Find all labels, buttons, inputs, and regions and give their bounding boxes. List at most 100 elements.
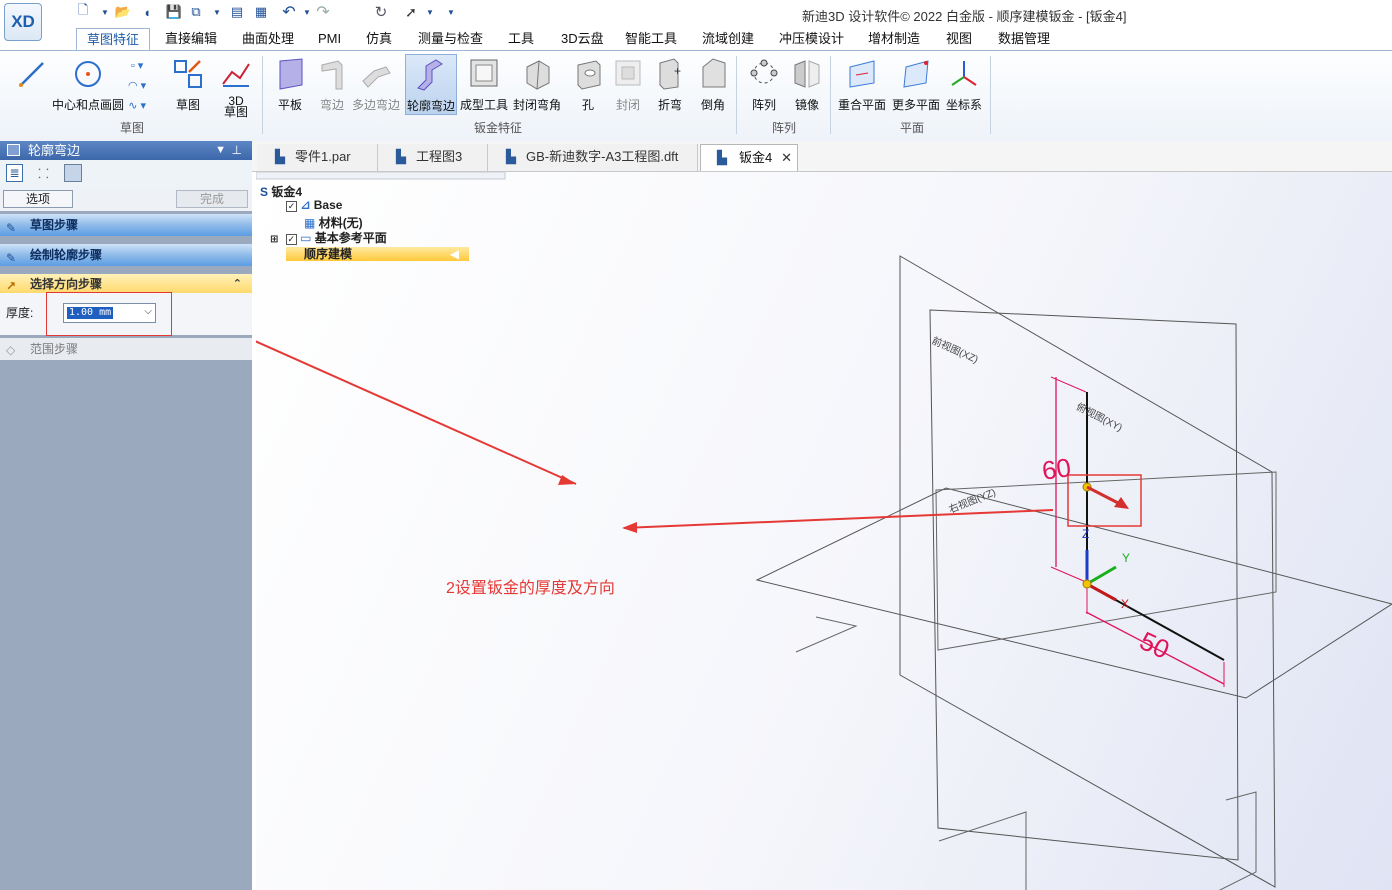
panel-icon	[7, 144, 20, 156]
drawing-file-icon: ▙	[396, 149, 406, 164]
checkbox-icon[interactable]: ✓	[285, 234, 297, 245]
select-dropdown-icon[interactable]: ▼	[421, 3, 439, 21]
coincident-plane-button[interactable]: 重合平面	[838, 54, 886, 113]
save-icon[interactable]: 💾	[165, 3, 183, 21]
expand-icon[interactable]: ⊞	[270, 234, 278, 245]
curve-icon[interactable]: ∿ ▾	[128, 96, 146, 116]
doc-tab-part1[interactable]: ▙ 零件1.par	[257, 144, 378, 171]
select-icon[interactable]: ➚	[402, 3, 420, 21]
rollback-arrow-icon[interactable]: ◀	[450, 247, 459, 261]
annotation-arrowhead	[622, 522, 637, 533]
redo-icon[interactable]: ↷	[314, 3, 332, 21]
tab-measure[interactable]: 测量与检查	[408, 28, 493, 50]
coincident-plane-label: 重合平面	[838, 98, 887, 112]
sheetmetal-root-icon: S	[260, 185, 269, 199]
panel-toolbar: ≣ ⸬	[0, 160, 252, 187]
hole-button[interactable]: 孔	[570, 54, 606, 113]
tab-smart-tools[interactable]: 智能工具	[615, 28, 687, 50]
feature-list-icon[interactable]: ≣	[6, 164, 23, 182]
new-dropdown-icon[interactable]: ▼	[96, 3, 114, 21]
pattern-button[interactable]: 阵列	[746, 54, 782, 113]
highlight-box	[46, 292, 172, 336]
tab-view[interactable]: 视图	[936, 28, 982, 50]
options-button[interactable]: 选项	[3, 190, 73, 208]
sketch-button[interactable]: 草图	[170, 54, 206, 113]
tab-tools[interactable]: 工具	[498, 28, 544, 50]
tree-icon[interactable]: ⸬	[35, 164, 52, 182]
save-dropdown-icon[interactable]: ▼	[208, 3, 226, 21]
thickness-direction-arrow[interactable]	[1086, 485, 1123, 507]
tab-direct-edit[interactable]: 直接编辑	[155, 28, 227, 50]
close-icon[interactable]: ✕	[781, 145, 792, 171]
coordinate-system-button[interactable]: 坐标系	[946, 54, 982, 113]
tab-3d-cloud[interactable]: 3D云盘	[551, 28, 614, 50]
arc-icon[interactable]: ◠ ▾	[128, 76, 146, 96]
finish-button[interactable]: 完成	[176, 190, 248, 208]
flange-button[interactable]: 弯边	[314, 54, 350, 113]
center-circle-button[interactable]: 中心和点画圆	[52, 54, 124, 113]
new-icon[interactable]: 🗋	[74, 2, 92, 21]
seal-button[interactable]: 封闭	[610, 54, 646, 113]
sketch-small-tools[interactable]: ▫ ▾ ◠ ▾ ∿ ▾	[128, 56, 146, 116]
step-sketch[interactable]: ✎ 草图步骤	[0, 214, 252, 236]
panel-menu-icon[interactable]: ▼	[215, 141, 226, 160]
contour-multi-button[interactable]: 多边弯边	[352, 54, 400, 113]
tab-fluid-domain[interactable]: 流域创建	[692, 28, 764, 50]
tab-plate-button[interactable]: 平板	[272, 54, 308, 113]
more-planes-icon	[898, 54, 934, 94]
tree-splitter[interactable]	[256, 172, 506, 180]
chamfer-button[interactable]: 倒角	[695, 54, 731, 113]
tab-additive[interactable]: 增材制造	[858, 28, 930, 50]
checkbox-icon[interactable]: ✓	[286, 201, 297, 212]
doc-tab-drawing3[interactable]: ▙ 工程图3	[378, 144, 488, 171]
doc-tab-dft[interactable]: ▙ GB-新迪数字-A3工程图.dft	[488, 144, 698, 171]
contour-flange-button[interactable]: 轮廓弯边	[405, 54, 458, 115]
dimension-60[interactable]: 60	[1040, 452, 1073, 487]
tab-data-management[interactable]: 数据管理	[988, 28, 1060, 50]
chamfer-icon	[695, 54, 731, 94]
undo-icon[interactable]: ↶	[280, 3, 298, 21]
forming-tool-button[interactable]: 成型工具	[460, 54, 508, 113]
close-corner-button[interactable]: 封闭弯角	[513, 54, 561, 113]
fold-label: 折弯	[657, 98, 682, 112]
mirror-button[interactable]: 镜像	[789, 54, 825, 113]
tree-ordered-bar[interactable]: 顺序建模 ◀	[286, 247, 469, 261]
close-corner-label: 封闭弯角	[513, 98, 562, 112]
coordinate-system-label: 坐标系	[946, 98, 983, 112]
fold-icon: +	[652, 54, 688, 94]
layers-icon[interactable]	[64, 164, 82, 182]
title-bar: XD 🗋 ▼ 📂 ◖ 💾 ⧉ ▼ ▤ ▦ ↶ ▼ ↷ ↻ ➚ ▼ ▼ 新迪3D …	[0, 0, 1392, 41]
sketch3d-button[interactable]: 3D 草图	[218, 54, 254, 118]
collapse-icon[interactable]: ⌃	[233, 274, 242, 295]
tab-pmi[interactable]: PMI	[308, 28, 351, 50]
doc-tab-sheetmetal4[interactable]: ▙ 钣金4 ✕	[700, 144, 798, 171]
3d-viewport[interactable]: S 钣金4 ✓ ⊿ Base ▦ 材料(无) ⊞ ✓ ▭ 基本参考平面 顺序建模…	[256, 172, 1392, 890]
customize-qa-icon[interactable]: ▼	[442, 3, 460, 21]
line-button[interactable]	[14, 54, 50, 94]
tree-item-ref-planes[interactable]: ⊞ ✓ ▭ 基本参考平面	[270, 229, 387, 246]
extent-step-icon: ◇	[6, 343, 16, 357]
fold-button[interactable]: + 折弯	[652, 54, 688, 113]
tab-surface[interactable]: 曲面处理	[232, 28, 304, 50]
repeat-icon[interactable]: ↻	[372, 3, 390, 21]
variables-icon[interactable]: ▦	[252, 3, 270, 21]
step-extent[interactable]: ◇ 范围步骤	[0, 338, 252, 360]
pattern-label: 阵列	[751, 98, 776, 112]
contour-flange-label: 轮廓弯边	[407, 99, 456, 113]
pin-icon[interactable]: ⊥	[232, 141, 242, 160]
tab-stamping-die[interactable]: 冲压模设计	[769, 28, 854, 50]
step-draw-profile[interactable]: ✎ 绘制轮廓步骤	[0, 244, 252, 266]
save-all-icon[interactable]: ⧉	[187, 3, 205, 21]
tab-simulation[interactable]: 仿真	[356, 28, 402, 50]
doc-tab-label: 钣金4	[739, 150, 773, 165]
more-planes-button[interactable]: 更多平面	[892, 54, 940, 113]
open-icon[interactable]: 📂	[114, 3, 132, 21]
top-plane[interactable]	[755, 487, 1392, 699]
rectangle-icon[interactable]: ▫ ▾	[131, 56, 143, 76]
properties-icon[interactable]: ▤	[228, 3, 246, 21]
tree-item-base[interactable]: ✓ ⊿ Base	[286, 198, 342, 212]
share-icon[interactable]: ◖	[138, 3, 156, 21]
tab-sketch-features[interactable]: 草图特征	[76, 28, 151, 50]
ribbon-separator	[736, 56, 737, 134]
origin-point[interactable]	[1082, 579, 1092, 589]
